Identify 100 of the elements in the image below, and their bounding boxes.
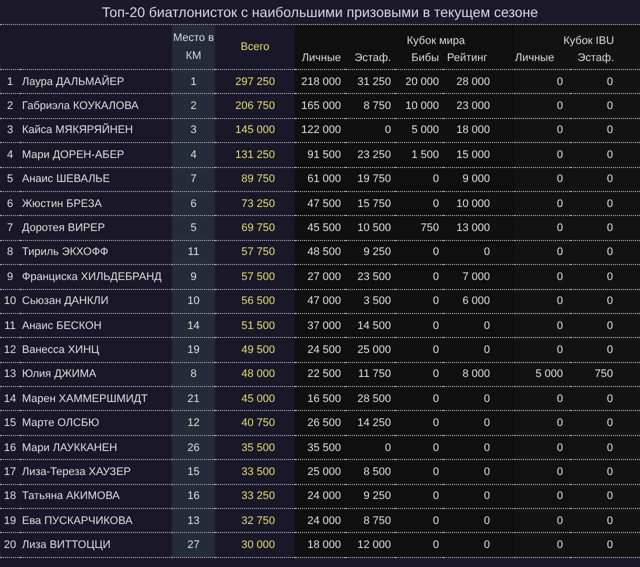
- table-cell: 25 000: [357, 344, 391, 356]
- table-cell: Ванесса ХИНЦ: [22, 344, 100, 356]
- table-cell: 16 500: [307, 392, 341, 405]
- table-cell: Лиза ВИТТОЦЦИ: [22, 539, 111, 552]
- table-cell: 0: [484, 246, 490, 258]
- table-cell: 0: [606, 539, 614, 552]
- table-cell: 25 000: [307, 466, 341, 478]
- table-cell: 6: [190, 198, 197, 210]
- table-cell: 91 500: [307, 148, 341, 161]
- table-cell: 0: [432, 246, 439, 258]
- table-cell: 23 250: [357, 148, 391, 161]
- table-cell: 0: [556, 246, 564, 258]
- table-cell: 122 000: [301, 124, 341, 136]
- table-cell: 28 000: [456, 76, 490, 88]
- table-cell: 15: [187, 466, 200, 478]
- table-cell: 0: [432, 417, 439, 430]
- table-cell: 16: [187, 490, 200, 502]
- column-group-header: Кубок мира: [406, 35, 466, 47]
- table-cell: 23 500: [357, 270, 391, 283]
- table-cell: 45 500: [307, 222, 341, 234]
- table-cell: 0: [432, 368, 439, 380]
- table-cell: 0: [556, 466, 564, 478]
- table-cell: 26 500: [307, 417, 341, 430]
- table-cell: Габриэла КОУКАЛОВА: [22, 100, 139, 112]
- table-cell: 27: [187, 539, 200, 552]
- table-cell: 61 000: [307, 173, 341, 186]
- table-cell: 0: [384, 124, 391, 136]
- table-cell: 8 500: [363, 466, 391, 478]
- table-cell: Анаис ШЕВАЛЬЕ: [22, 173, 110, 186]
- table-cell: 0: [556, 392, 564, 405]
- table-cell: 37 000: [307, 320, 341, 332]
- table-cell: 131 250: [235, 148, 275, 161]
- table-cell: 10 000: [456, 198, 490, 210]
- table-cell: 0: [432, 295, 439, 308]
- table-cell: 0: [606, 76, 614, 88]
- table-cell: 0: [606, 124, 614, 136]
- table-cell: 0: [606, 417, 614, 430]
- table-cell: 40 750: [241, 417, 275, 430]
- table-cell: 0: [556, 270, 564, 283]
- table-cell: 5 000: [411, 124, 439, 136]
- table-cell: 0: [484, 417, 490, 430]
- table-cell: 0: [606, 320, 614, 332]
- table-cell: 0: [484, 466, 490, 478]
- table-cell: 0: [484, 320, 490, 332]
- table-cell: Доротея ВИРЕР: [22, 222, 105, 234]
- table-cell: 0: [606, 466, 614, 478]
- table-cell: 22 500: [307, 368, 341, 380]
- table-cell: 57 750: [241, 246, 275, 258]
- table-cell: 28 500: [357, 392, 391, 405]
- table-cell: Жюстин БРЕЗА: [22, 198, 102, 210]
- table-cell: Юлия ДЖИМА: [22, 368, 96, 380]
- table-cell: 12: [4, 344, 16, 356]
- table-cell: 8: [190, 368, 197, 380]
- table-cell: 0: [432, 514, 439, 527]
- table-cell: 73 250: [241, 198, 275, 210]
- table-cell: 35 500: [307, 442, 341, 454]
- table-cell: 1 500: [411, 148, 439, 161]
- table-cell: Ева ПУСКАРЧИКОВА: [22, 514, 133, 527]
- table-cell: 0: [432, 490, 439, 502]
- table-cell: 750: [420, 222, 439, 234]
- table-cell: 51 500: [241, 320, 275, 332]
- table-cell: 9 250: [363, 490, 391, 502]
- table-cell: Лаура ДАЛЬМАЙЕР: [22, 76, 124, 88]
- table-cell: 0: [484, 539, 490, 552]
- table-cell: 13: [187, 514, 200, 527]
- table-cell: 0: [556, 514, 564, 527]
- table-cell: Марен ХАММЕРШМИДТ: [22, 392, 148, 405]
- table-cell: 0: [556, 295, 564, 308]
- table-cell: 89 750: [241, 173, 275, 186]
- table-cell: 11: [4, 320, 16, 332]
- table-cell: 32 750: [241, 514, 275, 527]
- column-header: Рейтинг: [447, 52, 488, 64]
- table-cell: 0: [484, 490, 490, 502]
- table-cell: 0: [432, 198, 439, 210]
- table-cell: 0: [606, 100, 614, 112]
- table-cell: 14 500: [357, 320, 391, 332]
- column-header: Личные: [515, 52, 554, 64]
- table-cell: Сьюзан ДАНКЛИ: [22, 295, 108, 308]
- table-cell: 10 000: [405, 100, 439, 112]
- table-cell: 0: [556, 198, 564, 210]
- table-cell: 0: [606, 246, 614, 258]
- table-cell: 1: [6, 76, 14, 88]
- table-cell: 0: [556, 124, 564, 136]
- table-cell: 18: [4, 490, 16, 502]
- table-cell: 0: [556, 539, 564, 552]
- table-cell: 0: [606, 295, 614, 308]
- table-cell: 13 000: [456, 222, 490, 234]
- table-cell: 0: [606, 198, 614, 210]
- table-cell: 9: [190, 270, 197, 283]
- table-cell: 7 000: [462, 270, 490, 283]
- table-cell: Марте ОЛСБЮ: [22, 417, 100, 430]
- table-cell: 3: [190, 124, 197, 136]
- column-header: Эстаф.: [577, 52, 614, 64]
- table-cell: 19: [187, 344, 200, 356]
- table-cell: 0: [432, 466, 439, 478]
- table-cell: 0: [432, 173, 439, 186]
- table-cell: 10 500: [357, 222, 391, 234]
- table-cell: 49 500: [241, 344, 275, 356]
- column-header: Эстаф.: [354, 52, 391, 64]
- table-cell: 24 500: [307, 344, 341, 356]
